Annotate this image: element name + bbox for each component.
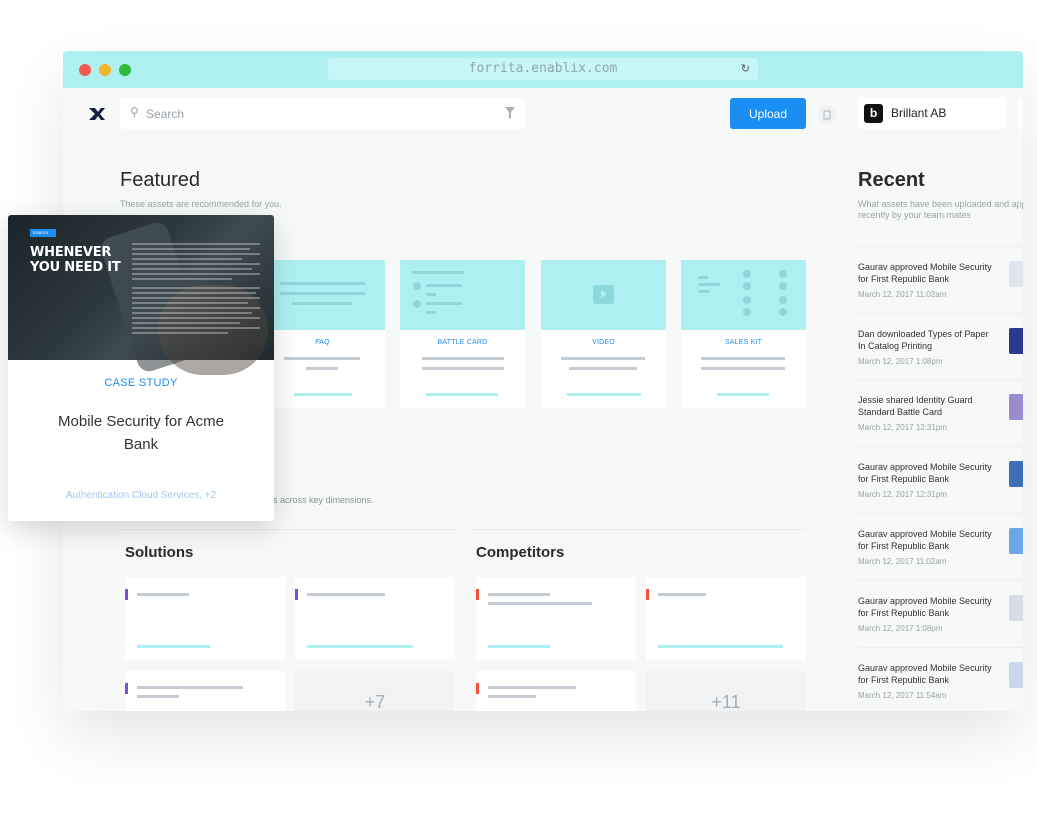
maximize-window-button[interactable] (119, 64, 131, 76)
card-label: BATTLE CARD (437, 339, 488, 346)
case-study-image: EDB015 WHENEVER YOU NEED IT (8, 215, 274, 375)
company-switcher[interactable]: b Brillant AB (858, 98, 1006, 129)
recent-item-time: March 12, 2017 11:02am (858, 290, 947, 299)
competitor-tile[interactable] (476, 671, 636, 711)
featured-card-battle-card[interactable]: BATTLE CARD (400, 260, 525, 408)
card-thumbnail (681, 260, 806, 330)
case-study-card[interactable]: EDB015 WHENEVER YOU NEED IT CASE STUDY M… (8, 215, 274, 521)
dimensions-description: s across key dimensions. (273, 495, 374, 505)
recent-item-text: Dan downloaded Types of Paper In Catalog… (858, 329, 989, 351)
document-thumbnail-icon (1009, 261, 1023, 287)
recent-item[interactable]: Jessie shared Identity Guard Standard Ba… (858, 379, 1023, 445)
company-logo-icon: b (864, 104, 883, 123)
tile-accent (646, 589, 649, 600)
competitors-title: Competitors (476, 544, 565, 561)
tile-accent (476, 589, 479, 600)
recent-item[interactable]: Gaurav approved Mobile Security for Firs… (858, 513, 1023, 579)
document-thumbnail-icon (1009, 595, 1023, 621)
recent-item-time: March 12, 2017 12:31pm (858, 490, 947, 499)
featured-card-sales-kit[interactable]: SALES KIT (681, 260, 806, 408)
featured-card-faq[interactable]: FAQ (260, 260, 385, 408)
recent-item[interactable]: Gaurav approved Mobile Security for Firs… (858, 647, 1023, 711)
recent-item[interactable]: Gaurav approved Mobile Security for Firs… (858, 246, 1023, 312)
filter-icon[interactable] (505, 107, 515, 119)
case-study-image-tag: EDB015 (30, 229, 56, 237)
address-bar[interactable]: forrita.enablix.com ↻ (328, 58, 758, 80)
recent-item-time: March 12, 2017 1:08pm (858, 624, 943, 633)
recent-subtitle: What assets have been uploaded and app r… (858, 199, 1023, 220)
document-thumbnail-icon (1009, 662, 1023, 688)
tile-accent (476, 683, 479, 694)
featured-title: Featured (120, 169, 201, 191)
clipboard-icon[interactable] (818, 106, 836, 124)
more-competitors-button[interactable]: +11 (646, 671, 806, 711)
reload-icon[interactable]: ↻ (741, 58, 750, 80)
recent-item-text: Jessie shared Identity Guard Standard Ba… (858, 395, 973, 417)
tile-accent (125, 683, 128, 694)
recent-item[interactable]: Gaurav approved Mobile Security for Firs… (858, 580, 1023, 646)
recent-item[interactable]: Dan downloaded Types of Paper In Catalog… (858, 313, 1023, 379)
recent-item-time: March 12, 2017 11:02am (858, 557, 947, 566)
solution-tile[interactable] (295, 577, 455, 660)
enablix-logo-icon[interactable] (89, 108, 105, 120)
case-study-tags: Authentication Cloud Services, +2 (65, 490, 217, 501)
document-thumbnail-icon (1009, 328, 1023, 354)
upload-button[interactable]: Upload (730, 98, 806, 129)
url-text: forrita.enablix.com (468, 61, 618, 76)
solutions-title: Solutions (125, 544, 194, 561)
case-study-type: CASE STUDY (104, 377, 178, 389)
recent-item-text: Gaurav approved Mobile Security for Firs… (858, 462, 992, 484)
card-thumbnail (400, 260, 525, 330)
more-solutions-button[interactable]: +7 (295, 671, 455, 711)
recent-item[interactable]: Gaurav approved Mobile Security for Firs… (858, 446, 1023, 512)
search-bar[interactable]: ⚲ (120, 98, 525, 129)
competitor-tile[interactable] (646, 577, 806, 660)
play-icon (593, 285, 614, 304)
document-thumbnail-icon (1009, 394, 1023, 420)
divider (120, 529, 455, 530)
close-window-button[interactable] (79, 64, 91, 76)
recent-item-text: Gaurav approved Mobile Security for Firs… (858, 663, 992, 685)
recent-title: Recent (858, 169, 925, 191)
search-icon: ⚲ (130, 105, 139, 119)
featured-subtitle: These assets are recommended for you. (120, 199, 282, 209)
case-study-headline: WHENEVER YOU NEED IT (30, 245, 121, 275)
tile-accent (125, 589, 128, 600)
tile-accent (295, 589, 298, 600)
recent-item-time: March 12, 2017 11:54am (858, 691, 947, 700)
solution-tile[interactable] (125, 671, 285, 711)
card-thumbnail (541, 260, 666, 330)
card-label: SALES KIT (724, 339, 763, 346)
card-label: VIDEO (592, 339, 615, 346)
recent-item-text: Gaurav approved Mobile Security for Firs… (858, 262, 992, 284)
solution-tile[interactable] (125, 577, 285, 660)
card-label: FAQ (315, 339, 330, 346)
company-name: Brillant AB (891, 106, 947, 120)
recent-item-time: March 12, 2017 1:08pm (858, 357, 943, 366)
recent-item-text: Gaurav approved Mobile Security for Firs… (858, 596, 992, 618)
competitor-tile[interactable] (476, 577, 636, 660)
document-thumbnail-icon (1009, 461, 1023, 487)
recent-item-time: March 12, 2017 12:31pm (858, 423, 947, 432)
browser-titlebar: forrita.enablix.com ↻ (63, 51, 1023, 88)
search-input[interactable] (146, 98, 476, 129)
card-thumbnail (260, 260, 385, 330)
divider (471, 529, 806, 530)
recent-item-text: Gaurav approved Mobile Security for Firs… (858, 529, 992, 551)
case-study-title: Mobile Security for Acme Bank (58, 413, 224, 453)
featured-card-video[interactable]: VIDEO (541, 260, 666, 408)
header-overflow (1018, 98, 1023, 129)
document-thumbnail-icon (1009, 528, 1023, 554)
minimize-window-button[interactable] (99, 64, 111, 76)
